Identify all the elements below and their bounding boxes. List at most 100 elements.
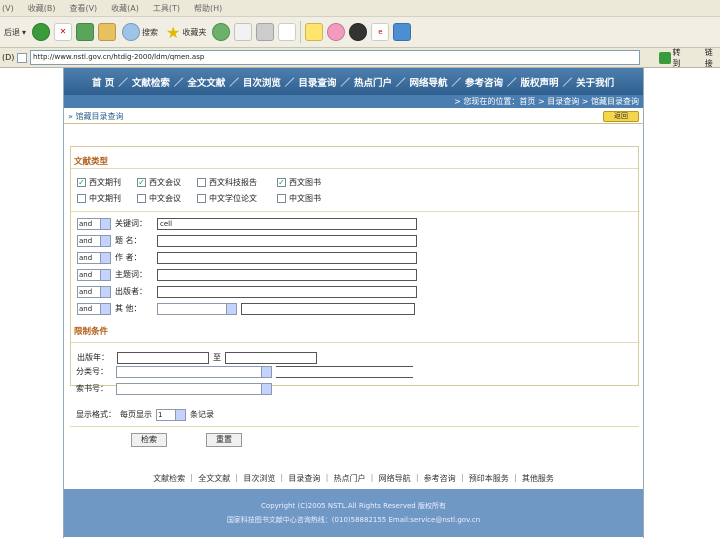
per-page-select[interactable]: 1: [156, 408, 186, 421]
menu-view[interactable]: (V): [2, 4, 14, 13]
forward-icon[interactable]: [32, 23, 51, 41]
nav-home[interactable]: 首 页: [92, 75, 114, 89]
operator-value: and: [79, 253, 93, 262]
messenger-icon[interactable]: [393, 23, 412, 41]
nav-toc[interactable]: 目次浏览: [243, 75, 281, 89]
chevron-down-icon[interactable]: [226, 303, 236, 314]
links-label[interactable]: 链接: [705, 47, 720, 69]
nav-portal[interactable]: 热点门户: [354, 75, 392, 89]
menu-look[interactable]: 查看(V): [69, 3, 97, 14]
search-row: and 主题词：: [77, 268, 417, 281]
class-select[interactable]: [116, 365, 272, 378]
operator-select[interactable]: and: [77, 268, 111, 281]
menu-tools[interactable]: 工具(T): [153, 3, 180, 14]
notes-icon[interactable]: [305, 23, 324, 41]
footer-links[interactable]: 文献检索 ｜ 全文文献 ｜ 目次浏览 ｜ 目录查询 ｜ 热点门户 ｜ 网络导航 …: [64, 473, 643, 485]
option-western-conference[interactable]: ✓ 西文会议: [137, 177, 197, 188]
chevron-down-icon[interactable]: [100, 218, 110, 229]
checkbox[interactable]: [137, 194, 146, 203]
year-label: 出版年：: [77, 353, 109, 362]
search-submit-button[interactable]: 检索: [131, 433, 167, 447]
checkbox[interactable]: [197, 178, 206, 187]
checkbox[interactable]: [197, 194, 206, 203]
option-western-book[interactable]: ✓ 西文图书: [277, 177, 337, 188]
operator-value: and: [79, 236, 93, 245]
chevron-down-icon[interactable]: [100, 252, 110, 263]
option-label: 西文期刊: [89, 178, 121, 187]
operator-select[interactable]: and: [77, 251, 111, 264]
publisher-input[interactable]: [157, 285, 417, 298]
nav-reference[interactable]: 参考咨询: [465, 75, 503, 89]
back-button[interactable]: 后退 ▾: [2, 20, 28, 44]
operator-select[interactable]: and: [77, 302, 111, 315]
go-button[interactable]: 转到: [659, 47, 688, 69]
year-to-input[interactable]: [225, 351, 317, 364]
search-button[interactable]: 搜索: [120, 20, 160, 44]
checkbox[interactable]: ✓: [277, 178, 286, 187]
chevron-down-icon[interactable]: [261, 383, 271, 394]
option-western-report[interactable]: 西文科技报告: [197, 177, 277, 188]
records-label: 条记录: [190, 410, 214, 419]
year-from-input[interactable]: [117, 351, 209, 364]
operator-select[interactable]: and: [77, 285, 111, 298]
author-input[interactable]: [157, 251, 417, 264]
operator-select[interactable]: and: [77, 234, 111, 247]
nav-about[interactable]: 关于我们: [576, 75, 614, 89]
option-chinese-book[interactable]: 中文图书: [277, 193, 337, 204]
nav-copyright[interactable]: 版权声明: [521, 75, 559, 89]
call-row: 索书号：: [76, 382, 272, 395]
other-field-select[interactable]: [157, 302, 237, 315]
qq-icon[interactable]: [349, 23, 368, 41]
nav-catalog[interactable]: 目录查询: [298, 75, 336, 89]
limits-title: 限制条件: [74, 327, 109, 337]
chevron-down-icon[interactable]: [100, 235, 110, 246]
print-icon[interactable]: [256, 23, 275, 41]
checkbox[interactable]: [277, 194, 286, 203]
home-icon[interactable]: [98, 23, 117, 41]
option-chinese-conference[interactable]: 中文会议: [137, 193, 197, 204]
address-input[interactable]: http://www.nstl.gov.cn/htdig-2000/ldm/qm…: [30, 50, 641, 65]
class-input[interactable]: [276, 365, 413, 378]
chevron-down-icon[interactable]: ▾: [22, 28, 26, 37]
go-arrow-icon: [659, 51, 671, 64]
checkbox[interactable]: [77, 194, 86, 203]
chevron-down-icon[interactable]: [261, 366, 271, 377]
subject-input[interactable]: [157, 268, 417, 281]
page-title: 馆藏目录查询: [75, 112, 124, 121]
menu-edit[interactable]: 收藏(B): [28, 3, 56, 14]
history-icon[interactable]: [212, 23, 231, 41]
option-chinese-journal[interactable]: 中文期刊: [77, 193, 137, 204]
stop-icon[interactable]: ✕: [54, 23, 73, 41]
doc-type-title: 文献类型: [71, 155, 638, 169]
menu-help[interactable]: 帮助(H): [194, 3, 222, 14]
nav-doc-search[interactable]: 文献检索: [132, 75, 170, 89]
refresh-icon[interactable]: [76, 23, 95, 41]
option-chinese-thesis[interactable]: 中文学位论文: [197, 193, 277, 204]
favorites-button[interactable]: ★ 收藏夹: [164, 20, 208, 44]
chevron-down-icon[interactable]: [100, 286, 110, 297]
chevron-down-icon[interactable]: [100, 269, 110, 280]
operator-value: and: [79, 287, 93, 296]
edit-icon[interactable]: [278, 23, 297, 41]
mail-icon[interactable]: [234, 23, 253, 41]
operator-select[interactable]: and: [77, 217, 111, 230]
contact-text: 国家科技图书文献中心咨询热线：(010)58882155 Email:servi…: [226, 516, 481, 524]
call-select[interactable]: [116, 382, 272, 395]
title-input[interactable]: [157, 234, 417, 247]
checkbox[interactable]: ✓: [137, 178, 146, 187]
flower-icon[interactable]: [327, 23, 346, 41]
chevron-down-icon[interactable]: [100, 303, 110, 314]
reset-button[interactable]: 重置: [206, 433, 242, 447]
return-button[interactable]: 返回: [603, 111, 639, 122]
checkbox[interactable]: ✓: [77, 178, 86, 187]
keyword-input[interactable]: cell: [157, 217, 417, 230]
chevron-down-icon[interactable]: [175, 409, 185, 420]
ebay-icon[interactable]: e: [371, 23, 390, 41]
nav-netguide[interactable]: 网络导航: [409, 75, 447, 89]
option-label: 西文图书: [289, 178, 321, 187]
option-western-journal[interactable]: ✓ 西文期刊: [77, 177, 137, 188]
favorites-label: 收藏夹: [182, 27, 207, 37]
menu-favorites[interactable]: 收藏(A): [111, 3, 139, 14]
nav-fulltext[interactable]: 全文文献: [187, 75, 225, 89]
other-input[interactable]: [241, 302, 415, 315]
